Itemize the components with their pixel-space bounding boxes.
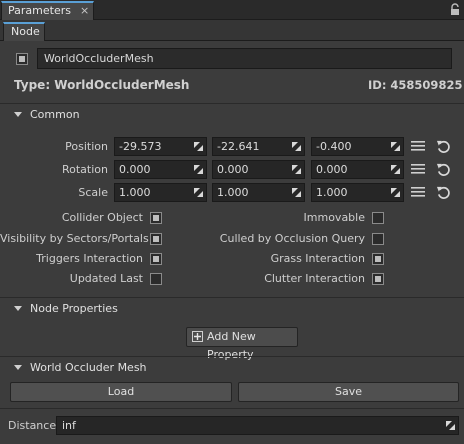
flag-label: Grass Interaction [270,252,365,265]
culled-by-occlusion-query-checkbox[interactable] [372,233,384,245]
field-value: -22.641 [217,140,260,153]
transform-label-rotation: Rotation [61,163,108,176]
add-new-property-button[interactable]: Add New Property [186,327,298,361]
field-value: -29.573 [119,140,162,153]
field-value: 1.000 [217,186,249,199]
node-enabled-checkbox[interactable] [16,53,28,65]
expand-field-icon[interactable] [391,142,400,151]
collider-object-checkbox[interactable] [150,212,162,224]
tab-node[interactable]: Node [3,22,45,41]
save-button[interactable]: Save [238,382,459,402]
distance-input[interactable]: inf [56,416,459,435]
flag-label: Immovable [303,211,365,224]
menu-icon[interactable] [411,140,425,152]
collapse-arrow-icon [14,306,22,311]
expand-field-icon[interactable] [292,188,301,197]
updated-last-checkbox[interactable] [150,273,162,285]
position-y-input[interactable]: -22.641 [212,137,305,156]
flag-label: Visibility by Sectors/Portals [0,232,149,245]
panel-tab-bar: Parameters × [0,0,464,20]
field-value: 1.000 [316,186,348,199]
section-world-occluder-mesh-header[interactable]: World Occluder Mesh [0,356,464,378]
flag-label: Clutter Interaction [264,272,365,285]
distance-label: Distance [8,419,57,432]
menu-icon[interactable] [411,186,425,198]
expand-field-icon[interactable] [194,142,203,151]
field-value: 0.000 [119,163,151,176]
flag-label: Culled by Occlusion Query [219,232,365,245]
node-name-input[interactable]: WorldOccluderMesh [37,48,452,69]
node-id-label: ID: 458509825 [368,78,463,92]
reset-icon[interactable] [436,139,451,154]
flag-label: Collider Object [61,211,143,224]
visibility-by-sectors-portals-checkbox[interactable] [150,233,162,245]
distance-value: inf [62,419,76,432]
field-value: -0.400 [316,140,352,153]
section-node-properties-title: Node Properties [30,302,118,315]
flag-label: Updated Last [69,272,143,285]
transform-label-scale: Scale [78,186,108,199]
expand-field-icon[interactable] [391,165,400,174]
section-common-title: Common [30,108,80,121]
field-value: 0.000 [217,163,249,176]
sub-tab-bar: Node [0,20,464,41]
expand-field-icon[interactable] [194,188,203,197]
position-z-input[interactable]: -0.400 [311,137,404,156]
tab-parameters[interactable]: Parameters × [1,1,94,20]
tab-parameters-label: Parameters [8,4,71,17]
rotation-z-input[interactable]: 0.000 [311,160,404,179]
expand-field-icon[interactable] [292,165,301,174]
reset-icon[interactable] [436,185,451,200]
expand-field-icon[interactable] [194,165,203,174]
add-property-icon [192,331,203,342]
reset-icon[interactable] [436,162,451,177]
section-node-properties-header[interactable]: Node Properties [0,297,464,319]
grass-interaction-checkbox[interactable] [372,253,384,265]
rotation-y-input[interactable]: 0.000 [212,160,305,179]
collapse-arrow-icon [14,112,22,117]
triggers-interaction-checkbox[interactable] [150,253,162,265]
collapse-arrow-icon [14,365,22,370]
flag-label: Triggers Interaction [36,252,143,265]
node-type-label: Type: WorldOccluderMesh [14,78,190,92]
scale-x-input[interactable]: 1.000 [114,183,207,202]
position-x-input[interactable]: -29.573 [114,137,207,156]
menu-icon[interactable] [411,163,425,175]
section-common-header[interactable]: Common [0,103,464,125]
scale-y-input[interactable]: 1.000 [212,183,305,202]
transform-label-position: Position [65,140,108,153]
section-world-occluder-mesh-title: World Occluder Mesh [30,361,147,374]
expand-field-icon[interactable] [391,188,400,197]
load-button[interactable]: Load [10,382,232,402]
clutter-interaction-checkbox[interactable] [372,273,384,285]
expand-field-icon[interactable] [292,142,301,151]
expand-field-icon[interactable] [446,421,455,430]
immovable-checkbox[interactable] [372,212,384,224]
scale-z-input[interactable]: 1.000 [311,183,404,202]
divider [0,408,464,409]
rotation-x-input[interactable]: 0.000 [114,160,207,179]
field-value: 1.000 [119,186,151,199]
close-tab-icon[interactable]: × [80,4,89,17]
field-value: 0.000 [316,163,348,176]
lock-icon[interactable] [449,3,461,16]
